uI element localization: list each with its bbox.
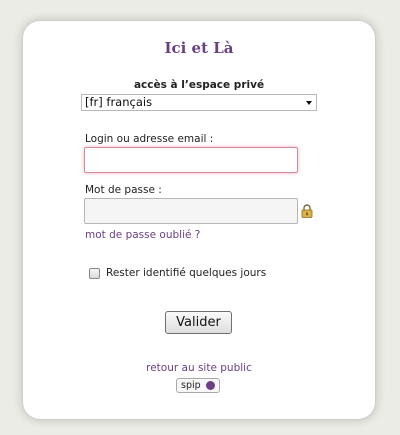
login-input[interactable] — [84, 147, 298, 173]
language-select[interactable]: [fr] français — [81, 94, 317, 111]
login-panel: Ici et Là accès à l’espace privé [fr] fr… — [22, 20, 376, 420]
back-to-site-link[interactable]: retour au site public — [23, 362, 375, 374]
login-label: Login ou adresse email : — [85, 133, 214, 145]
section-label: accès à l’espace privé — [133, 79, 265, 91]
site-title: Ici et Là — [164, 39, 234, 57]
password-input[interactable] — [84, 198, 298, 224]
password-label: Mot de passe : — [85, 184, 162, 196]
spip-badge-label: spip — [181, 380, 201, 391]
spip-logo-icon — [206, 381, 215, 390]
spip-badge[interactable]: spip — [176, 378, 220, 393]
lock-icon — [301, 204, 313, 218]
chevron-down-icon — [306, 101, 312, 105]
forgot-password-link[interactable]: mot de passe oublié ? — [85, 229, 200, 241]
remember-me-checkbox[interactable] — [89, 268, 100, 279]
remember-me-label[interactable]: Rester identifié quelques jours — [106, 267, 266, 279]
language-select-value: [fr] français — [85, 95, 153, 109]
submit-button[interactable]: Valider — [165, 311, 232, 334]
